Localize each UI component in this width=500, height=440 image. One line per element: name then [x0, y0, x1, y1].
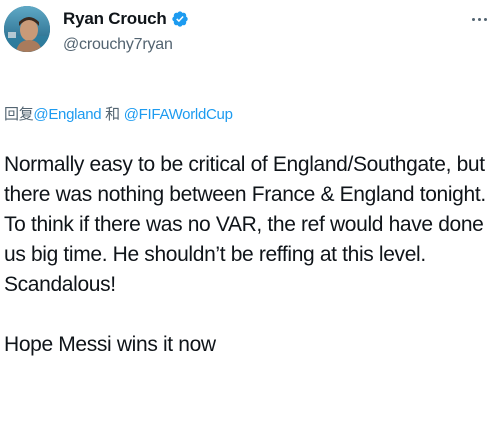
- mention-link-england[interactable]: @England: [33, 106, 101, 123]
- reply-context: 回复@England 和 @FIFAWorldCup: [4, 103, 233, 124]
- tweet-text: Normally easy to be critical of England/…: [4, 150, 498, 360]
- tweet-closing-line: Hope Messi wins it now: [4, 333, 216, 356]
- tweet-text-line: Scandalous!: [4, 273, 116, 296]
- tweet-text-line: To think if there was no VAR, the ref wo…: [4, 213, 484, 236]
- verified-badge-icon: [171, 10, 189, 28]
- avatar-photo: [4, 6, 50, 52]
- author-avatar[interactable]: [4, 6, 50, 52]
- tweet-text-line: there was nothing between France & Engla…: [4, 183, 486, 206]
- tweet-text-line: us big time. He shouldn’t be reffing at …: [4, 243, 426, 266]
- author-handle[interactable]: @crouchy7ryan: [63, 36, 173, 54]
- mention-link-fifaworldcup[interactable]: @FIFAWorldCup: [124, 106, 233, 123]
- more-dot: [471, 17, 475, 21]
- tweet-card: Ryan Crouch @crouchy7ryan 回复@England 和 @…: [0, 0, 500, 440]
- tweet-text-line: Normally easy to be critical of England/…: [4, 153, 485, 176]
- more-dot: [483, 17, 487, 21]
- author-name-row[interactable]: Ryan Crouch: [63, 9, 189, 29]
- author-display-name[interactable]: Ryan Crouch: [63, 9, 167, 29]
- reply-conjunction: 和: [105, 106, 120, 123]
- reply-prefix: 回复: [4, 106, 34, 123]
- more-dot: [477, 17, 481, 21]
- more-options-icon[interactable]: [466, 12, 492, 26]
